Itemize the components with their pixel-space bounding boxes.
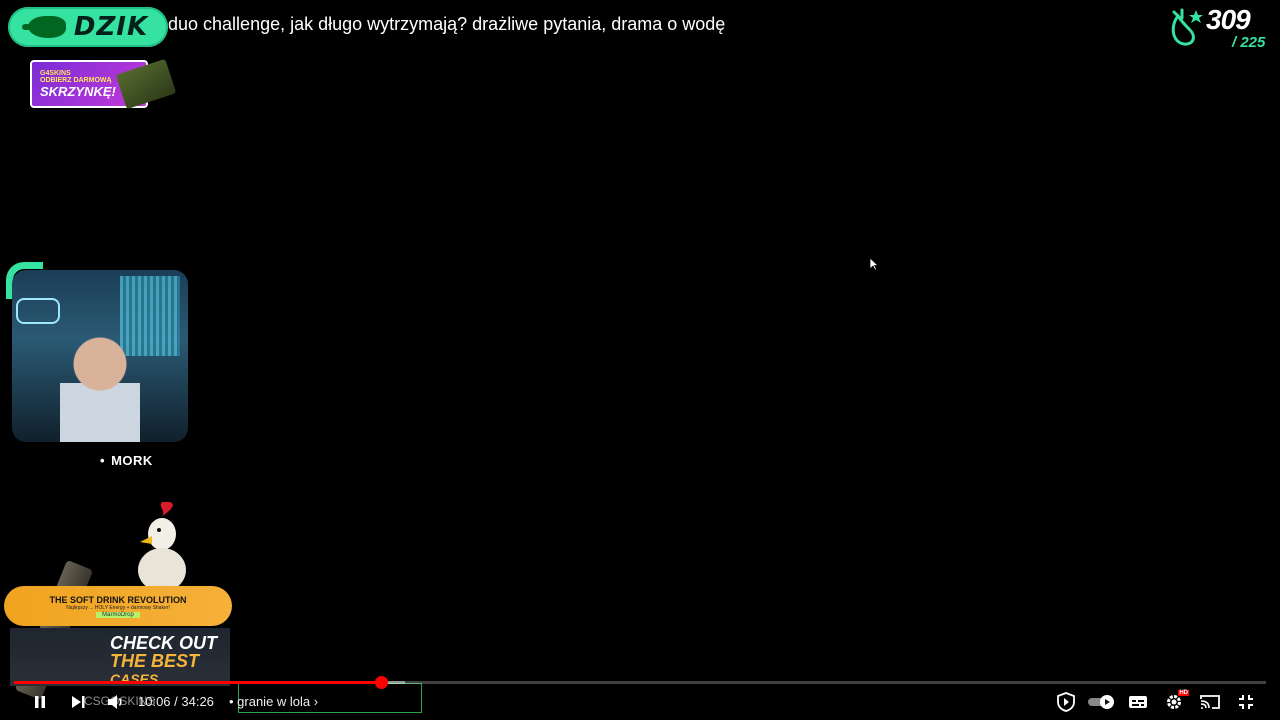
brand-logo[interactable]: DZIK bbox=[8, 7, 168, 47]
cases-ad[interactable]: CHECK OUT THE BEST CASES bbox=[10, 628, 230, 687]
hd-badge: HD bbox=[1178, 690, 1189, 696]
chapter-title[interactable]: • granie w lola › bbox=[229, 694, 318, 709]
cases-line-2: THE BEST bbox=[110, 651, 200, 671]
rooster-mascot-icon bbox=[138, 502, 186, 590]
neon-sign bbox=[16, 298, 60, 324]
sponsor-banner[interactable]: THE SOFT DRINK REVOLUTION Najlepszy ... … bbox=[4, 586, 232, 626]
brand-name: DZIK bbox=[73, 12, 149, 42]
exit-fullscreen-button[interactable] bbox=[1234, 690, 1258, 714]
pause-icon bbox=[35, 696, 45, 708]
eggplant-icon bbox=[1171, 8, 1203, 46]
promo-small-text: ODBIERZ DARMOWĄ bbox=[40, 76, 112, 84]
subtitles-button[interactable] bbox=[1126, 690, 1150, 714]
video-title[interactable]: duo challenge, jak długo wytrzymają? dra… bbox=[168, 14, 725, 35]
mouse-cursor-icon bbox=[869, 257, 879, 271]
cast-button[interactable] bbox=[1198, 690, 1222, 714]
next-button[interactable] bbox=[66, 690, 90, 714]
exit-fullscreen-icon bbox=[1239, 695, 1253, 709]
boar-icon bbox=[21, 16, 66, 38]
sponsor-code: MarmoDrop bbox=[96, 611, 140, 618]
cases-line-3: CASES bbox=[110, 671, 159, 687]
settings-button[interactable]: HD bbox=[1162, 690, 1189, 714]
sponsor-headline: THE SOFT DRINK REVOLUTION bbox=[49, 594, 187, 605]
next-icon bbox=[72, 696, 85, 708]
sponsor-subline: Najlepszy ... HOLY Energy + darmowy Shak… bbox=[66, 604, 170, 611]
promo-big-text: SKRZYNKĘ! bbox=[40, 83, 116, 99]
streamer-figure bbox=[60, 328, 140, 442]
counter-total: / 225 bbox=[1232, 34, 1266, 51]
volume-button[interactable] bbox=[104, 690, 128, 714]
webcam-feed bbox=[12, 270, 188, 442]
cases-line-1: CHECK OUT bbox=[110, 633, 217, 653]
shield-icon bbox=[1057, 692, 1075, 712]
settings-wrapper: HD bbox=[1165, 690, 1189, 711]
cast-icon bbox=[1200, 695, 1220, 709]
promo-logo-text: G4SKINS bbox=[40, 69, 71, 77]
volume-icon bbox=[108, 695, 122, 709]
progress-scrubber[interactable] bbox=[374, 676, 388, 689]
sponsorblock-button[interactable] bbox=[1054, 690, 1078, 714]
counter-value: 309 bbox=[1206, 4, 1251, 35]
streamer-name: • MORK bbox=[100, 453, 153, 468]
subtitles-icon bbox=[1129, 696, 1147, 708]
progress-bar[interactable] bbox=[14, 676, 1266, 689]
pause-button[interactable] bbox=[28, 690, 52, 714]
autoplay-toggle-icon bbox=[1088, 695, 1114, 709]
name-dot: • bbox=[100, 453, 106, 468]
time-display: 10:06 / 34:26 bbox=[138, 694, 214, 709]
progress-played bbox=[14, 681, 381, 684]
autoplay-toggle[interactable] bbox=[1086, 690, 1118, 714]
streamer-name-text: MORK bbox=[111, 453, 153, 468]
